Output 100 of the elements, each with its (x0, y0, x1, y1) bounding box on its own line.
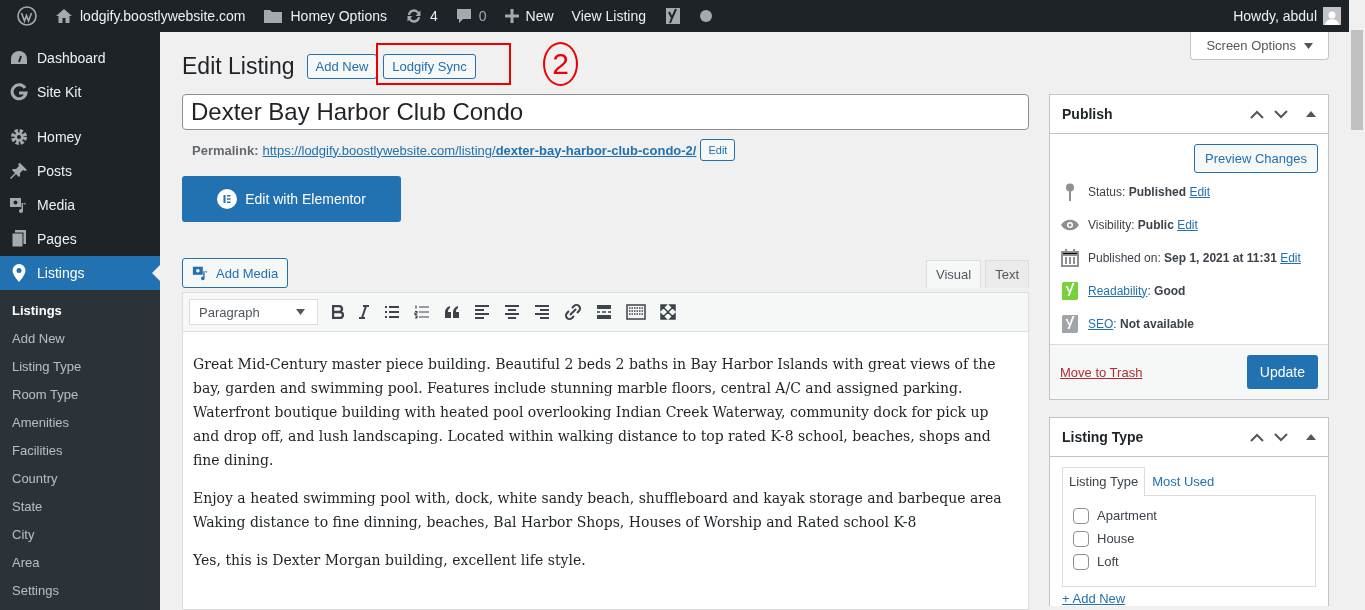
sync-button[interactable]: Lodgify Sync (383, 53, 476, 79)
menu-item[interactable]: Dashboard (0, 41, 160, 75)
comments-link[interactable]: 0 (446, 0, 496, 32)
add-new-link[interactable]: + Add New (1062, 591, 1316, 606)
gauge-icon (9, 49, 29, 67)
content-paragraph: Enjoy a heated swimming pool with, dock, white sandy beach, shuffleboard and kayak storage and barbeque area Waking distance to fine dinning, beaches, Bal Harbor Shops, Houses of Worship and Rated school K-8 (193, 489, 1003, 532)
gear-icon (10, 128, 28, 146)
g-logo-icon (10, 83, 28, 101)
bold-icon[interactable] (332, 305, 344, 319)
checkbox[interactable] (1073, 553, 1089, 570)
publish-info-text: Published on: Sep 1, 2021 at 11:31 Edit (1088, 250, 1301, 265)
page-title: Edit Listing (182, 52, 295, 80)
screen-options-button[interactable]: Screen Options (1190, 32, 1329, 60)
comment-icon (455, 8, 472, 24)
media-icon (192, 264, 210, 282)
publish-info-text: Visibility: Public Edit (1088, 217, 1198, 232)
checkbox-label: House (1097, 531, 1135, 546)
checkbox[interactable] (1073, 507, 1089, 524)
submenu-item[interactable]: Add New (0, 325, 160, 353)
caret-icon (296, 309, 305, 315)
italic-icon[interactable] (358, 305, 370, 319)
calendar-icon (1061, 248, 1079, 267)
submenu-item[interactable]: Settings (0, 577, 160, 605)
link-icon[interactable] (564, 303, 582, 321)
chevron-up-icon[interactable] (1250, 432, 1264, 442)
submenu-item[interactable]: Area (0, 549, 160, 577)
menu-item[interactable]: Homey (0, 120, 160, 154)
home-icon (55, 8, 73, 24)
title-field[interactable]: Dexter Bay Harbor Club Condo (182, 94, 1029, 130)
collapse-triangle-icon[interactable] (1306, 434, 1316, 440)
box-title: Listing Type (1062, 429, 1145, 445)
pin-icon (1065, 182, 1075, 201)
bulleted-list-icon[interactable] (384, 305, 400, 319)
align-left-icon[interactable] (474, 305, 490, 319)
category-tab[interactable]: Most Used (1145, 467, 1222, 495)
menu-item[interactable]: Posts (0, 154, 160, 188)
edit-permalink-button[interactable]: Edit (700, 139, 736, 161)
edit-link[interactable]: Edit (1280, 250, 1301, 265)
add-new-button[interactable]: Add New (306, 53, 378, 79)
content-paragraph: Yes, this is Dexter Morgan building, excellent life style. (193, 551, 587, 570)
chevron-down-icon[interactable] (1274, 432, 1288, 442)
folder-icon (263, 8, 284, 24)
permalink-label: Permalink: (192, 142, 259, 158)
menu-item[interactable]: Media (0, 188, 160, 222)
align-center-icon[interactable] (504, 305, 520, 319)
chevron-down-icon[interactable] (1274, 109, 1288, 119)
submenu-item[interactable]: Country (0, 465, 160, 493)
seo-score-text: Readability: Good (1088, 283, 1186, 298)
quote-icon[interactable] (444, 306, 460, 318)
wordpress-logo-icon[interactable] (17, 6, 37, 26)
eye-icon (1060, 218, 1080, 231)
preview-changes-button[interactable]: Preview Changes (1194, 144, 1318, 173)
fullscreen-icon[interactable] (660, 304, 676, 320)
new-content-menu[interactable]: New (495, 0, 563, 32)
seo-score-text: SEO: Not available (1088, 316, 1195, 331)
updates-link[interactable]: 4 (395, 0, 447, 32)
submenu-item[interactable]: City (0, 521, 160, 549)
edit-link[interactable]: Edit (1189, 184, 1211, 199)
account-menu[interactable]: Howdy, abdul (1233, 7, 1349, 25)
content-paragraph: Great Mid-Century master piece building. Beautiful 2 beds 2 baths in Bay Harbor Islands with great views of the bay, garden and swimming pool. Features include stunning marble floors, central A/C and assigned parking. Waterfront boutique building with heated pool overlooking Indian Creek Waterway, community dock for pick up and drop off, and lush landscaping. Located within walking distance to top rated K-8 school, beaches, shops and fine dining. (193, 355, 997, 470)
numbered-list-icon[interactable] (414, 305, 430, 319)
checkbox[interactable] (1073, 530, 1089, 547)
pages-icon (10, 229, 28, 249)
theme-options-menu[interactable]: Homey Options (254, 0, 396, 32)
edit-with-elementor-button[interactable]: Edit with Elementor (182, 176, 401, 222)
keyboard-icon[interactable] (626, 304, 646, 320)
permalink-link[interactable]: https://lodgify.boostlywebsite.com/listing/dexter-bay-harbor-club-condo-2/ (262, 142, 697, 158)
location-pin-icon (11, 263, 27, 283)
menu-item[interactable]: Site Kit (0, 75, 160, 109)
media-icon (9, 195, 29, 215)
submenu-item[interactable]: Room Type (0, 381, 160, 409)
align-right-icon[interactable] (534, 305, 550, 319)
edit-link[interactable]: Edit (1177, 217, 1198, 232)
read-more-icon[interactable] (596, 305, 612, 319)
annotation-number: 2 (543, 42, 578, 86)
editor-tab[interactable]: Text (985, 260, 1029, 288)
box-title: Publish (1062, 106, 1114, 122)
add-media-button[interactable]: Add Media (182, 258, 289, 288)
caret-icon (1304, 42, 1313, 49)
chevron-up-icon[interactable] (1250, 109, 1264, 119)
yoast-icon[interactable] (664, 6, 683, 26)
site-link[interactable]: lodgify.boostlywebsite.com (46, 0, 255, 32)
menu-item[interactable]: Listings (0, 256, 160, 290)
elementor-icon (217, 189, 238, 209)
editor-tab[interactable]: Visual (925, 260, 982, 288)
view-listing-link[interactable]: View Listing (562, 0, 656, 32)
menu-item[interactable]: Pages (0, 222, 160, 256)
format-select[interactable]: Paragraph (189, 299, 318, 325)
submenu-item[interactable]: Listing Type (0, 353, 160, 381)
submenu-item[interactable]: State (0, 493, 160, 521)
pushpin-icon (9, 161, 29, 181)
submenu-item[interactable]: Amenities (0, 409, 160, 437)
submenu-item[interactable]: Listings (0, 297, 160, 325)
update-button[interactable]: Update (1246, 355, 1318, 389)
collapse-triangle-icon[interactable] (1306, 111, 1316, 117)
checkbox-label: Apartment (1097, 508, 1157, 523)
publish-info-text: Status: Published Edit (1088, 184, 1211, 199)
submenu-item[interactable]: Facilities (0, 437, 160, 465)
move-to-trash-link[interactable]: Move to Trash (1060, 364, 1143, 380)
category-tab[interactable]: Listing Type (1062, 467, 1146, 496)
